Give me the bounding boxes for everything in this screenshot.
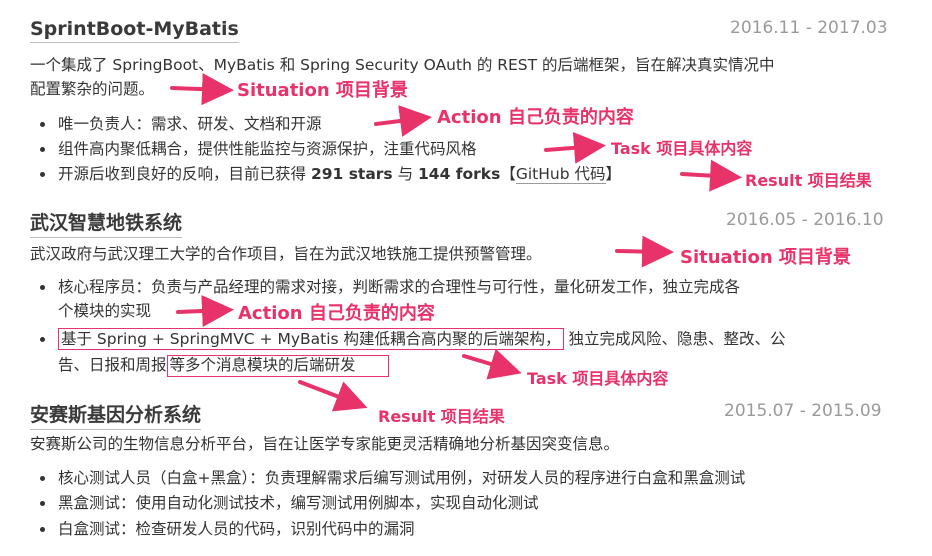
annotation-situation: Situation 项目背景 — [680, 247, 851, 268]
arrow — [615, 235, 674, 268]
list-item: 核心测试人员（白盒+黑盒）：负责理解需求后编写测试用例，对研发人员的程序进行白盒… — [40, 467, 745, 489]
annotation-situation: Situation 项目背景 — [237, 80, 408, 101]
project-description-cont: 配置繁杂的问题。 — [30, 80, 155, 98]
annotation-task: Task 项目具体内容 — [611, 139, 753, 158]
arrow — [170, 73, 234, 106]
project-description: 武汉政府与武汉理工大学的合作项目，旨在为武汉地铁施工提供预警管理。 — [30, 245, 542, 263]
highlight-box: 等多个消息模块的后端研发 — [166, 355, 389, 377]
project-description: 安赛斯公司的生物信息分析平台，旨在让医学专家能更灵活精确地分析基因突变信息。 — [30, 435, 620, 453]
list-item: 白盒测试：检查研发人员的代码，识别代码中的漏洞 — [40, 518, 415, 540]
arrow — [298, 380, 368, 412]
arrow — [462, 348, 522, 380]
annotation-action: Action 自己负责的内容 — [437, 107, 634, 128]
project-title: 武汉智慧地铁系统 — [30, 208, 183, 238]
highlight-box: 基于 Spring + SpringMVC + MyBatis 构建低耦合高内聚… — [58, 328, 564, 350]
annotation-result: Result 项目结果 — [378, 407, 505, 426]
project-title: 安赛斯基因分析系统 — [30, 400, 202, 430]
list-item: 唯一负责人：需求、研发、文档和开源 — [40, 113, 322, 135]
arrow — [374, 105, 432, 137]
arrow — [544, 131, 606, 164]
arrow — [176, 295, 234, 327]
arrow — [680, 159, 742, 192]
list-item: 组件高内聚低耦合，提供性能监控与资源保护，注重代码风格 — [40, 138, 477, 160]
annotation-action: Action 自己负责的内容 — [238, 303, 435, 324]
project-title: SprintBoot-MyBatis — [30, 18, 239, 43]
list-item: 基于 Spring + SpringMVC + MyBatis 构建低耦合高内聚… — [40, 328, 785, 350]
annotation-task: Task 项目具体内容 — [527, 369, 669, 388]
project-date: 2016.05 - 2016.10 — [726, 210, 884, 230]
list-item: 黑盒测试：使用自动化测试技术，编写测试用例脚本，实现自动化测试 — [40, 492, 539, 514]
annotation-result: Result 项目结果 — [745, 171, 872, 190]
list-item-cont: 告、日报和周报 等多个消息模块的后端研发 — [58, 354, 389, 377]
project-date: 2015.07 - 2015.09 — [724, 401, 882, 421]
project-date: 2016.11 - 2017.03 — [730, 18, 888, 38]
list-item: 开源后收到良好的反响，目前已获得 291 stars 与 144 forks【G… — [40, 163, 621, 185]
project-description: 一个集成了 SpringBoot、MyBatis 和 Spring Securi… — [30, 56, 775, 74]
list-item: 核心程序员：负责与产品经理的需求对接，判断需求的合理性与可行性，量化研发工作，独… — [40, 276, 740, 298]
list-item-cont: 个模块的实现 — [58, 302, 152, 320]
github-link[interactable]: GitHub 代码 — [515, 165, 606, 184]
